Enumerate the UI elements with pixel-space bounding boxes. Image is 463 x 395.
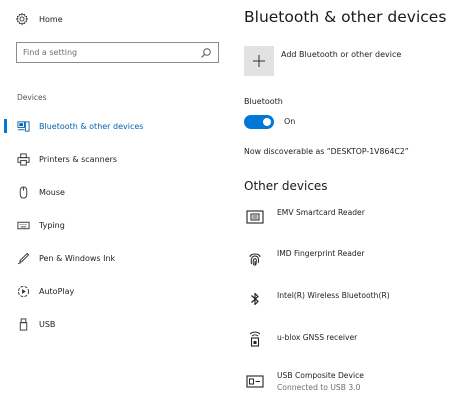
keyboard-icon <box>17 221 30 229</box>
device-item-gnss[interactable]: u-blox GNSS receiver <box>244 329 459 359</box>
smartcard-reader-icon <box>246 210 264 224</box>
device-item-bluetooth-adapter[interactable]: Intel(R) Wireless Bluetooth(R) <box>244 287 459 317</box>
main-content: Bluetooth & other devices Add Bluetooth … <box>244 0 459 395</box>
device-name: EMV Smartcard Reader <box>277 208 365 217</box>
settings-window: Home Devices Bluetooth & other devices <box>0 0 463 395</box>
home-label: Home <box>39 14 63 24</box>
sidebar-item-mouse[interactable]: Mouse <box>0 181 228 203</box>
device-name: USB Composite Device <box>277 371 364 380</box>
sidebar-item-printers[interactable]: Printers & scanners <box>0 148 228 170</box>
usb-composite-icon <box>246 375 264 388</box>
bluetooth-icon <box>251 292 259 306</box>
toggle-knob <box>263 118 271 126</box>
active-indicator <box>4 119 7 133</box>
bluetooth-toggle-state: On <box>284 117 296 126</box>
bluetooth-label: Bluetooth <box>244 97 283 106</box>
search-box[interactable] <box>16 42 219 63</box>
gear-icon <box>16 12 28 26</box>
device-item-usb-composite[interactable]: USB Composite Device Connected to USB 3.… <box>244 369 459 395</box>
sidebar-item-label: USB <box>39 319 56 329</box>
device-status: Connected to USB 3.0 <box>277 383 361 392</box>
sidebar-item-bluetooth[interactable]: Bluetooth & other devices <box>0 115 228 137</box>
other-devices-heading: Other devices <box>244 179 328 193</box>
device-name: u-blox GNSS receiver <box>277 333 358 342</box>
plus-icon <box>253 55 265 67</box>
sidebar-item-label: Pen & Windows Ink <box>39 253 116 263</box>
device-item-fingerprint[interactable]: IMD Fingerprint Reader <box>244 246 459 276</box>
sidebar-item-label: Printers & scanners <box>39 154 118 164</box>
sidebar-item-autoplay[interactable]: AutoPlay <box>0 280 228 302</box>
section-label-devices: Devices <box>17 93 47 102</box>
sidebar-item-typing[interactable]: Typing <box>0 214 228 236</box>
gnss-receiver-icon <box>249 331 261 347</box>
sidebar-item-label: AutoPlay <box>39 286 75 296</box>
bluetooth-toggle[interactable] <box>244 115 274 129</box>
search-input[interactable] <box>17 43 199 62</box>
sidebar-item-label: Typing <box>39 220 65 230</box>
sidebar-item-label: Mouse <box>39 187 65 197</box>
home-link[interactable]: Home <box>12 11 63 27</box>
sidebar-item-pen[interactable]: Pen & Windows Ink <box>0 247 228 269</box>
autoplay-icon <box>17 285 30 297</box>
sidebar-item-label: Bluetooth & other devices <box>39 121 144 131</box>
sidebar: Home Devices Bluetooth & other devices <box>0 0 228 395</box>
device-name: IMD Fingerprint Reader <box>277 249 365 258</box>
mouse-icon <box>19 185 28 199</box>
device-item-smartcard[interactable]: EMV Smartcard Reader <box>244 205 459 235</box>
usb-icon <box>19 317 28 331</box>
printer-icon <box>17 152 30 166</box>
discoverable-text: Now discoverable as “DESKTOP-1V864C2” <box>244 147 409 156</box>
bluetooth-devices-icon <box>17 120 30 132</box>
page-title: Bluetooth & other devices <box>244 8 447 26</box>
pen-icon <box>17 252 30 264</box>
sidebar-item-usb[interactable]: USB <box>0 313 228 335</box>
device-name: Intel(R) Wireless Bluetooth(R) <box>277 291 390 300</box>
fingerprint-icon <box>249 253 261 266</box>
add-device-label[interactable]: Add Bluetooth or other device <box>281 50 401 59</box>
add-device-button[interactable] <box>244 46 274 76</box>
search-icon[interactable] <box>200 47 212 59</box>
